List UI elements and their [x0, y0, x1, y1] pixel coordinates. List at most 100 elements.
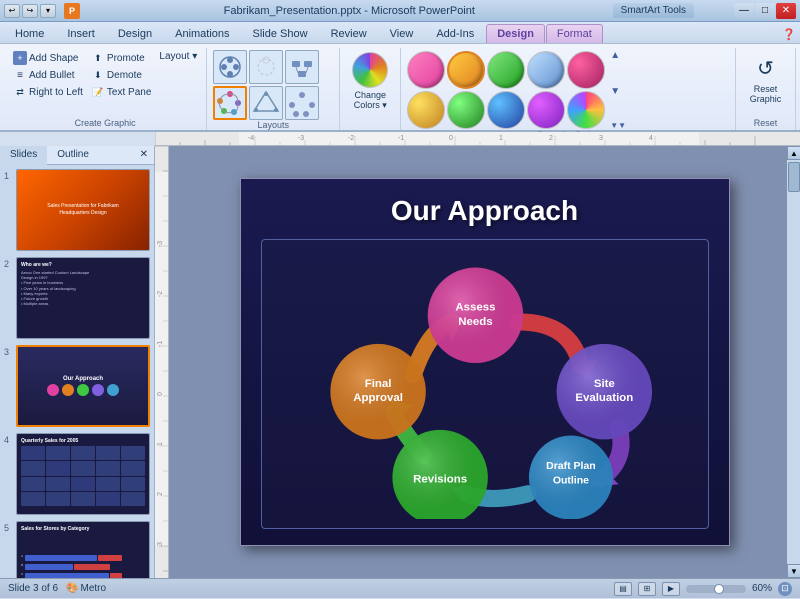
add-shape-button[interactable]: + Add Shape: [10, 50, 86, 66]
slide-item-1[interactable]: 1 Sales Presentation for FabrikamHeadqua…: [4, 169, 150, 251]
change-colors-label: ChangeColors ▾: [354, 90, 387, 111]
layout-thumb-5[interactable]: [249, 86, 283, 120]
slide3-circles: [47, 384, 119, 396]
zoom-thumb[interactable]: [714, 584, 724, 594]
redo-btn[interactable]: ↪: [22, 4, 38, 18]
ruler-svg: -4 -3 -2 -1 0 1 2 3 4: [155, 132, 800, 146]
slide-main[interactable]: Our Approach: [240, 178, 730, 546]
style-ball-7[interactable]: [447, 91, 485, 129]
layout-thumb-2[interactable]: [249, 50, 283, 84]
ribbon-tab-bar: Home Insert Design Animations Slide Show…: [0, 22, 800, 44]
scroll-thumb[interactable]: [788, 162, 800, 192]
slide3-circle-5: [107, 384, 119, 396]
tab-addins[interactable]: Add-Ins: [425, 24, 485, 43]
style-ball-4[interactable]: [527, 51, 565, 89]
layouts-label: Layouts: [257, 120, 289, 132]
slideshow-btn[interactable]: ▶: [662, 582, 680, 596]
tab-slideshow[interactable]: Slide Show: [242, 24, 319, 43]
slide3-circle-3: [77, 384, 89, 396]
window-controls[interactable]: — □ ✕: [734, 3, 796, 19]
promote-button[interactable]: ⬆ Promote: [88, 50, 154, 66]
save-btn[interactable]: ▾: [40, 4, 56, 18]
slide-preview-3[interactable]: Our Approach: [16, 345, 150, 427]
tab-view[interactable]: View: [379, 24, 425, 43]
slide4-table: [21, 446, 145, 506]
quick-access-toolbar[interactable]: ↩ ↪ ▾: [4, 4, 56, 18]
slide4-title: Quarterly Sales for 2005: [21, 438, 145, 444]
slide-number-1: 1: [4, 171, 16, 181]
style-ball-2[interactable]: [447, 51, 485, 89]
slide-item-3[interactable]: 3 Our Approach: [4, 345, 150, 427]
slide3-circle-1: [47, 384, 59, 396]
style-ball-3[interactable]: [487, 51, 525, 89]
tab-animations[interactable]: Animations: [164, 24, 240, 43]
slide-item-4[interactable]: 4 Quarterly Sales for 2005: [4, 433, 150, 515]
svg-text:Approval: Approval: [353, 392, 403, 404]
minimize-button[interactable]: —: [734, 3, 754, 19]
svg-text:Needs: Needs: [458, 316, 492, 328]
ribbon-group-change-colors: ChangeColors ▾: [340, 48, 401, 130]
style-ball-8[interactable]: [487, 91, 525, 129]
slide-preview-2[interactable]: Who are we? Aeroo One started Custom Lan…: [16, 257, 150, 339]
slide-preview-4[interactable]: Quarterly Sales for 2005: [16, 433, 150, 515]
slide-item-2[interactable]: 2 Who are we? Aeroo One started Custom L…: [4, 257, 150, 339]
scroll-down-btn[interactable]: ▼: [787, 564, 800, 578]
reset-content: ↺ ResetGraphic: [746, 48, 786, 118]
smartart-diagram[interactable]: Assess Needs Site Evaluation Draft Plan …: [261, 239, 709, 529]
tab-smartart-format[interactable]: Format: [546, 24, 603, 43]
slide-number-5: 5: [4, 523, 16, 533]
normal-view-btn[interactable]: ▤: [614, 582, 632, 596]
reset-graphic-button[interactable]: ↺ ResetGraphic: [746, 50, 786, 106]
styles-scroll-up[interactable]: ▲: [609, 50, 627, 61]
style-ball-10[interactable]: [567, 91, 605, 129]
layout-grid: [213, 50, 333, 120]
slide-sorter-btn[interactable]: ⊞: [638, 582, 656, 596]
slide-count: Slide 3 of 6: [8, 583, 58, 594]
color-wheel-icon: [352, 52, 388, 88]
slide-preview-5[interactable]: Sales for Stores by Category A B C D: [16, 521, 150, 578]
text-pane-button[interactable]: 📝 Text Pane: [88, 84, 154, 100]
add-shape-icon: +: [13, 51, 27, 65]
tab-smartart-design[interactable]: Design: [486, 24, 545, 43]
right-to-left-button[interactable]: ⇄ Right to Left: [10, 84, 86, 100]
add-bullet-button[interactable]: ≡ Add Bullet: [10, 67, 86, 83]
slide5-chart: A B C D: [21, 534, 145, 578]
slide-item-5[interactable]: 5 Sales for Stores by Category A B C D: [4, 521, 150, 578]
undo-btn[interactable]: ↩: [4, 4, 20, 18]
tab-outline[interactable]: Outline: [47, 146, 99, 164]
reset-label: ResetGraphic: [750, 84, 782, 104]
scroll-up-btn[interactable]: ▲: [787, 146, 800, 160]
slide-number-4: 4: [4, 435, 16, 445]
tab-home[interactable]: Home: [4, 24, 55, 43]
style-ball-6[interactable]: [407, 91, 445, 129]
style-ball-9[interactable]: [527, 91, 565, 129]
slides-list: 1 Sales Presentation for FabrikamHeadqua…: [0, 165, 154, 578]
fit-to-window-btn[interactable]: ⊡: [778, 582, 792, 596]
layout-button[interactable]: Layout ▾: [156, 50, 200, 63]
zoom-slider[interactable]: [686, 585, 746, 593]
tab-review[interactable]: Review: [320, 24, 378, 43]
maximize-button[interactable]: □: [755, 3, 775, 19]
layout-thumb-1[interactable]: [213, 50, 247, 84]
help-icon[interactable]: ❓: [778, 26, 800, 43]
create-graphic-label: Create Graphic: [75, 118, 136, 130]
text-pane-icon: 📝: [91, 85, 105, 99]
slide-preview-1[interactable]: Sales Presentation for FabrikamHeadquart…: [16, 169, 150, 251]
horizontal-ruler: -4 -3 -2 -1 0 1 2 3 4: [155, 132, 800, 146]
tab-design[interactable]: Design: [107, 24, 163, 43]
styles-row-2: [407, 91, 605, 129]
styles-scroll-down[interactable]: ▼: [609, 86, 627, 97]
style-ball-5[interactable]: [567, 51, 605, 89]
demote-icon: ⬇: [91, 68, 105, 82]
tab-slides[interactable]: Slides: [0, 146, 47, 165]
change-colors-button[interactable]: ChangeColors ▾: [346, 50, 394, 113]
style-ball-1[interactable]: [407, 51, 445, 89]
layout-thumb-4[interactable]: [213, 86, 247, 120]
layout-thumb-3[interactable]: [285, 50, 319, 84]
tab-insert[interactable]: Insert: [56, 24, 106, 43]
close-button[interactable]: ✕: [776, 3, 796, 19]
styles-more[interactable]: ▼▼: [609, 121, 627, 130]
demote-button[interactable]: ⬇ Demote: [88, 67, 154, 83]
slides-panel-close[interactable]: ✕: [134, 146, 154, 164]
layout-thumb-6[interactable]: [285, 86, 319, 120]
